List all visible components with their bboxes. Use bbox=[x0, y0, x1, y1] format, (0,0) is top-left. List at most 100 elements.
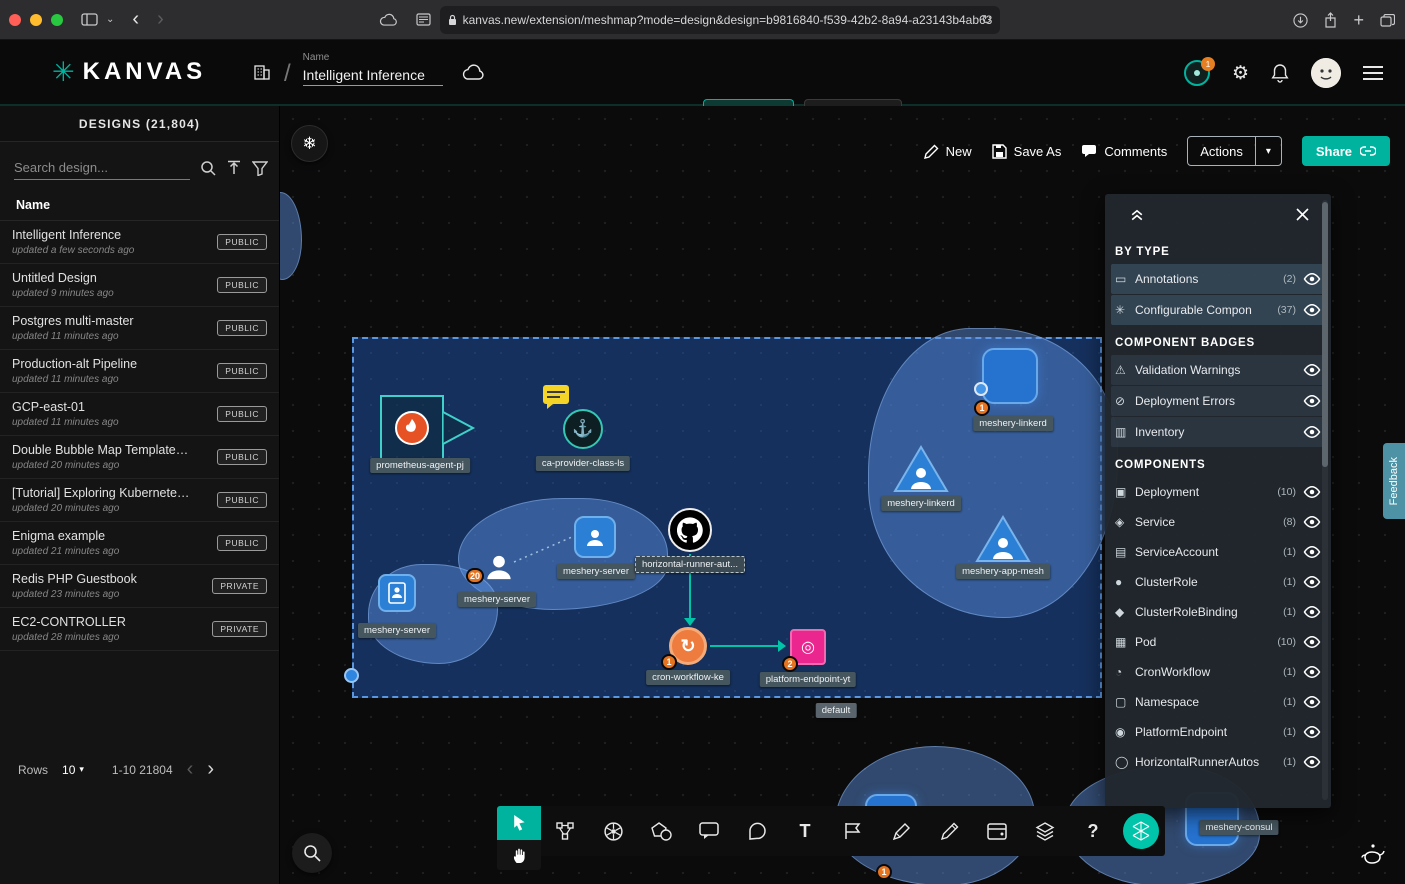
ca-provider-node-icon[interactable]: ⚓ bbox=[563, 409, 603, 449]
node-label[interactable]: meshery-server bbox=[458, 592, 536, 607]
node-label[interactable]: meshery-linkerd bbox=[973, 416, 1053, 431]
search-icon[interactable] bbox=[200, 160, 216, 176]
notes-tool[interactable] bbox=[973, 806, 1021, 856]
sticker-tool[interactable] bbox=[733, 806, 781, 856]
visibility-eye-icon[interactable] bbox=[1303, 696, 1321, 708]
meshery-linkerd-node-icon[interactable] bbox=[982, 348, 1038, 404]
visibility-eye-icon[interactable] bbox=[1303, 395, 1321, 407]
comments-button[interactable]: Comments bbox=[1081, 144, 1167, 159]
node-label[interactable]: horizontal-runner-aut... bbox=[635, 556, 745, 573]
badge-row[interactable]: ▥ Inventory bbox=[1111, 417, 1325, 447]
kubernetes-tool[interactable] bbox=[589, 806, 637, 856]
visibility-eye-icon[interactable] bbox=[1303, 426, 1321, 438]
design-row[interactable]: EC2-CONTROLLER updated 28 minutes ago PR… bbox=[0, 608, 279, 651]
comment-tool[interactable] bbox=[685, 806, 733, 856]
design-row[interactable]: Production-alt Pipeline updated 11 minut… bbox=[0, 350, 279, 393]
menu-hamburger-icon[interactable] bbox=[1363, 66, 1383, 80]
panel-scrollbar-thumb[interactable] bbox=[1322, 202, 1328, 467]
design-row[interactable]: Postgres multi-master updated 11 minutes… bbox=[0, 307, 279, 350]
next-page-button[interactable]: › bbox=[207, 758, 214, 781]
node-label[interactable]: meshery-linkerd bbox=[881, 496, 961, 511]
visibility-eye-icon[interactable] bbox=[1303, 364, 1321, 376]
image-tool[interactable] bbox=[829, 806, 877, 856]
name-column-header[interactable]: Name bbox=[0, 190, 279, 221]
component-row[interactable]: ◈ Service (8) bbox=[1111, 507, 1325, 536]
forward-button[interactable]: › bbox=[157, 8, 164, 31]
meshery-extension-button[interactable] bbox=[1117, 806, 1165, 856]
zoom-button[interactable] bbox=[292, 833, 332, 873]
close-window-button[interactable] bbox=[9, 14, 21, 26]
visibility-eye-icon[interactable] bbox=[1303, 516, 1321, 528]
node-label[interactable]: platform-endpoint-yt bbox=[760, 672, 856, 687]
design-row[interactable]: Double Bubble Map Template-copy updated … bbox=[0, 436, 279, 479]
design-row[interactable]: Redis PHP Guestbook updated 23 minutes a… bbox=[0, 565, 279, 608]
visibility-eye-icon[interactable] bbox=[1303, 486, 1321, 498]
design-row[interactable]: Enigma example updated 21 minutes ago PU… bbox=[0, 522, 279, 565]
design-row[interactable]: Untitled Design updated 9 minutes ago PU… bbox=[0, 264, 279, 307]
component-row[interactable]: ◔ CronWorkflow (1) bbox=[1111, 657, 1325, 686]
github-runner-node-icon[interactable] bbox=[668, 508, 712, 552]
node-label[interactable]: meshery-server bbox=[358, 623, 436, 638]
tab-overview-icon[interactable] bbox=[1380, 14, 1395, 27]
node-label[interactable]: prometheus-agent-pj bbox=[370, 458, 470, 473]
save-as-button[interactable]: Save As bbox=[992, 144, 1062, 159]
feedback-tab[interactable]: Feedback bbox=[1383, 443, 1405, 519]
freeze-layout-button[interactable]: ❄ bbox=[291, 125, 328, 162]
downloads-icon[interactable] bbox=[1293, 13, 1308, 28]
meshery-app-mesh-triangle-icon[interactable] bbox=[975, 515, 1031, 563]
zoom-window-button[interactable] bbox=[51, 14, 63, 26]
notification-center-button[interactable] bbox=[1352, 833, 1394, 875]
share-button[interactable]: Share bbox=[1302, 136, 1390, 166]
visibility-eye-icon[interactable] bbox=[1303, 726, 1321, 738]
new-tab-icon[interactable]: + bbox=[1353, 10, 1364, 31]
close-panel-icon[interactable] bbox=[1296, 208, 1309, 221]
organization-icon[interactable] bbox=[252, 62, 272, 82]
share-icon[interactable] bbox=[1324, 12, 1337, 28]
design-name-input[interactable] bbox=[303, 65, 443, 86]
component-row[interactable]: ◉ PlatformEndpoint (1) bbox=[1111, 717, 1325, 746]
environment-indicator[interactable]: 1 bbox=[1184, 60, 1210, 86]
component-row[interactable]: ◆ ClusterRoleBinding (1) bbox=[1111, 597, 1325, 626]
namespace-label[interactable]: default bbox=[816, 703, 857, 718]
by-type-row[interactable]: ▭ Annotations (2) bbox=[1111, 264, 1325, 294]
collapse-panel-icon[interactable] bbox=[1129, 206, 1145, 222]
filter-icon[interactable] bbox=[252, 161, 268, 176]
address-bar[interactable]: kanvas.new/extension/meshmap?mode=design… bbox=[440, 6, 1000, 34]
visibility-eye-icon[interactable] bbox=[1303, 666, 1321, 678]
visibility-eye-icon[interactable] bbox=[1303, 546, 1321, 558]
component-row[interactable]: ▤ ServiceAccount (1) bbox=[1111, 537, 1325, 566]
pen-tool[interactable] bbox=[877, 806, 925, 856]
selection-handle[interactable] bbox=[344, 668, 359, 683]
search-input[interactable] bbox=[14, 156, 190, 180]
text-tool[interactable]: T bbox=[781, 806, 829, 856]
node-label[interactable]: ca-provider-class-ls bbox=[536, 456, 630, 471]
components-tool[interactable] bbox=[541, 806, 589, 856]
component-row[interactable]: ▣ Deployment (10) bbox=[1111, 477, 1325, 506]
meshery-server-small-node-icon[interactable] bbox=[483, 550, 515, 582]
visibility-eye-icon[interactable] bbox=[1303, 606, 1321, 618]
visibility-eye-icon[interactable] bbox=[1303, 576, 1321, 588]
layers-tool[interactable] bbox=[1021, 806, 1069, 856]
meshery-server-node-icon[interactable] bbox=[574, 516, 616, 558]
component-row[interactable]: ● ClusterRole (1) bbox=[1111, 567, 1325, 596]
back-button[interactable]: ‹ bbox=[132, 8, 139, 31]
design-row[interactable]: Intelligent Inference updated a few seco… bbox=[0, 221, 279, 264]
minimize-window-button[interactable] bbox=[30, 14, 42, 26]
visibility-eye-icon[interactable] bbox=[1303, 756, 1321, 768]
reload-icon[interactable]: ↻ bbox=[981, 12, 992, 28]
node-label[interactable]: cron-workflow-ke bbox=[646, 670, 730, 685]
save-cloud-icon[interactable] bbox=[461, 64, 485, 80]
previous-page-button[interactable]: ‹ bbox=[187, 758, 194, 781]
pencil-tool[interactable] bbox=[925, 806, 973, 856]
badge-row[interactable]: ⊘ Deployment Errors bbox=[1111, 386, 1325, 416]
select-tool[interactable] bbox=[497, 806, 541, 840]
actions-caret-icon[interactable]: ▾ bbox=[1255, 137, 1281, 165]
icloud-icon[interactable] bbox=[379, 13, 398, 26]
meshery-linkerd-triangle-icon[interactable] bbox=[893, 445, 949, 493]
kanvas-logo[interactable]: ✳ KANVAS bbox=[52, 58, 206, 86]
meshery-server-card-node-icon[interactable] bbox=[378, 574, 416, 612]
chevron-down-icon[interactable]: ⌄ bbox=[106, 14, 114, 25]
actions-dropdown[interactable]: Actions ▾ bbox=[1187, 136, 1282, 166]
comment-annotation-icon[interactable] bbox=[542, 384, 570, 410]
design-row[interactable]: GCP-east-01 updated 11 minutes ago PUBLI… bbox=[0, 393, 279, 436]
